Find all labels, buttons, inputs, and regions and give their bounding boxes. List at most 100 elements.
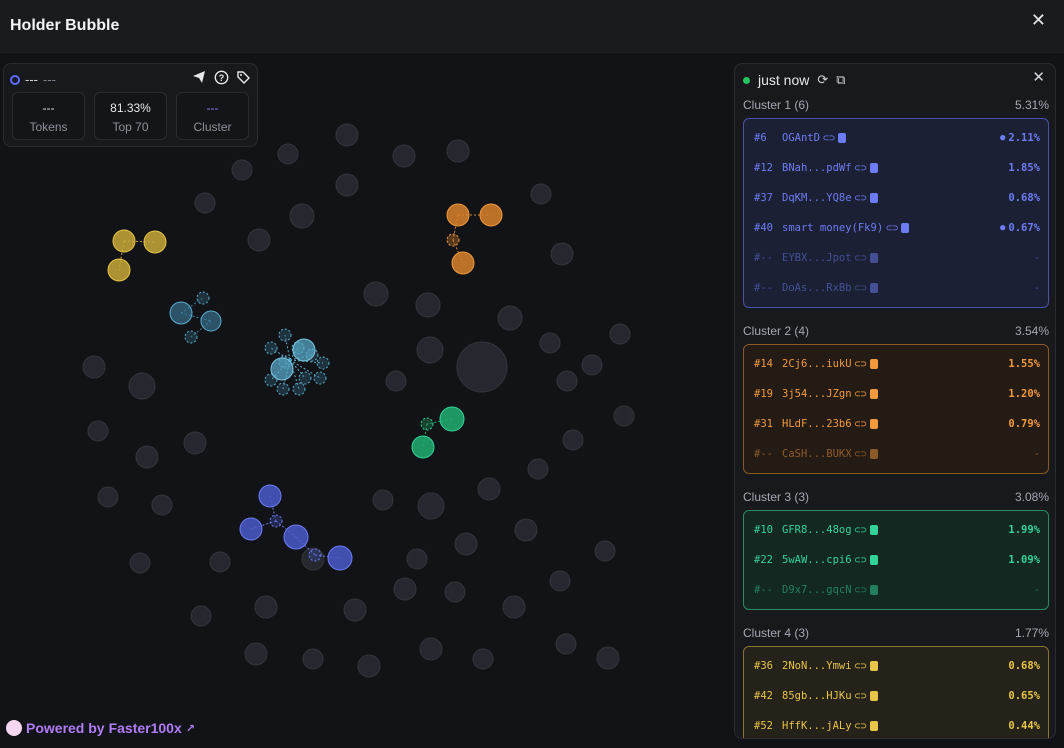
holder-address[interactable]: BNah...pdWf — [782, 162, 852, 174]
link-icon[interactable]: ⊂⊃ — [855, 585, 867, 596]
holder-bubble-large[interactable] — [456, 341, 508, 393]
holder-address[interactable]: GFR8...48og — [782, 524, 852, 536]
holder-bubble[interactable] — [419, 637, 443, 661]
cluster3-bubble[interactable] — [411, 435, 435, 459]
link-icon[interactable]: ⊂⊃ — [855, 721, 867, 732]
cluster2-bubble[interactable] — [446, 233, 460, 247]
copy-icon[interactable] — [869, 163, 878, 173]
holder-bubble[interactable] — [363, 281, 389, 307]
holder-bubble[interactable] — [194, 192, 216, 214]
copy-icon[interactable] — [869, 283, 878, 293]
holder-bubble[interactable] — [555, 633, 577, 655]
holder-bubble[interactable] — [385, 370, 407, 392]
teal-bubble[interactable] — [184, 330, 198, 344]
holder-row[interactable]: #37 DqKM...YQ8e ⊂⊃ 0.68% — [744, 183, 1048, 213]
cluster1-bubble[interactable] — [258, 484, 282, 508]
teal-bubble[interactable] — [196, 291, 210, 305]
holder-row[interactable]: #19 3j54...JZgn ⊂⊃ 1.20% — [744, 379, 1048, 409]
teal-bubble[interactable] — [313, 371, 327, 385]
holder-bubble[interactable] — [406, 548, 428, 570]
holder-address[interactable]: OGAntD — [782, 132, 820, 144]
holder-bubble[interactable] — [357, 654, 381, 678]
telegram-icon[interactable] — [191, 69, 207, 85]
holder-bubble[interactable] — [444, 581, 466, 603]
cluster3-bubble[interactable] — [420, 417, 434, 431]
holder-bubble[interactable] — [128, 372, 156, 400]
cluster3-bubble[interactable] — [439, 406, 465, 432]
link-icon[interactable]: ⊂⊃ — [855, 359, 867, 370]
teal-bubble[interactable] — [276, 382, 290, 396]
holder-bubble[interactable] — [393, 577, 417, 601]
holder-row[interactable]: #-- CaSH...BUKX ⊂⊃ - — [744, 439, 1048, 469]
cluster1-bubble[interactable] — [283, 524, 309, 550]
copy-icon[interactable] — [869, 193, 878, 203]
holder-row[interactable]: #-- D9x7...gqcN ⊂⊃ - — [744, 575, 1048, 605]
holder-bubble[interactable] — [82, 355, 106, 379]
holder-bubble[interactable] — [549, 570, 571, 592]
help-icon[interactable]: ? — [213, 69, 229, 85]
tag-icon[interactable] — [235, 69, 251, 85]
holder-row[interactable]: #40 smart money(Fk9) ⊂⊃ ● 0.67% — [744, 213, 1048, 243]
holder-bubble[interactable] — [87, 420, 109, 442]
holder-bubble[interactable] — [244, 642, 268, 666]
holder-bubble[interactable] — [247, 228, 271, 252]
cluster2-bubble[interactable] — [451, 251, 475, 275]
cluster1-bubble[interactable] — [269, 514, 283, 528]
holder-address[interactable]: 2NoN...Ymwi — [782, 660, 852, 672]
holder-address[interactable]: 5wAW...cpi6 — [782, 554, 852, 566]
cluster4-bubble[interactable] — [143, 230, 167, 254]
teal-bubble[interactable] — [169, 301, 193, 325]
bubble-canvas[interactable] — [0, 53, 735, 748]
holder-address[interactable]: 85gb...HJKu — [782, 690, 852, 702]
holder-row[interactable]: #10 GFR8...48og ⊂⊃ 1.99% — [744, 515, 1048, 545]
teal-bubble[interactable] — [278, 328, 292, 342]
link-icon[interactable]: ⊂⊃ — [855, 283, 867, 294]
copy-icon[interactable] — [869, 691, 878, 701]
cluster1-bubble[interactable] — [239, 517, 263, 541]
open-external-icon[interactable]: ⧉ — [836, 72, 845, 88]
holder-address[interactable]: EYBX...Jpot — [782, 252, 852, 264]
link-icon[interactable]: ⊂⊃ — [855, 389, 867, 400]
holder-bubble[interactable] — [556, 370, 578, 392]
holder-bubble[interactable] — [335, 173, 359, 197]
powered-brand[interactable]: Faster100x — [109, 720, 182, 736]
link-icon[interactable]: ⊂⊃ — [855, 555, 867, 566]
holder-row[interactable]: #36 2NoN...Ymwi ⊂⊃ 0.68% — [744, 651, 1048, 681]
holder-bubble[interactable] — [129, 552, 151, 574]
copy-icon[interactable] — [869, 389, 878, 399]
teal-bubble[interactable] — [316, 356, 330, 370]
holder-row[interactable]: #52 HffK...jALy ⊂⊃ 0.44% — [744, 711, 1048, 738]
teal-bubble[interactable] — [200, 310, 222, 332]
refresh-icon[interactable]: ⟳ — [817, 72, 828, 88]
teal-bubble[interactable] — [292, 338, 316, 362]
holder-bubble[interactable] — [97, 486, 119, 508]
copy-icon[interactable] — [901, 223, 910, 233]
holder-bubble[interactable] — [454, 532, 478, 556]
holder-row[interactable]: #6 OGAntD ⊂⊃ ● 2.11% — [744, 123, 1048, 153]
holder-bubble[interactable] — [209, 551, 231, 573]
holder-address[interactable]: 3j54...JZgn — [782, 388, 852, 400]
holder-row[interactable]: #14 2Cj6...iukU ⊂⊃ 1.55% — [744, 349, 1048, 379]
holder-bubble[interactable] — [477, 477, 501, 501]
link-icon[interactable]: ⊂⊃ — [886, 223, 898, 234]
holder-bubble[interactable] — [609, 323, 631, 345]
cluster1-bubble[interactable] — [327, 545, 353, 571]
holder-bubble[interactable] — [254, 595, 278, 619]
holder-address[interactable]: HLdF...23b6 — [782, 418, 852, 430]
holder-bubble[interactable] — [231, 159, 253, 181]
cluster2-bubble[interactable] — [479, 203, 503, 227]
powered-by[interactable]: Powered by Faster100x ↗ — [6, 720, 195, 736]
holder-row[interactable]: #22 5wAW...cpi6 ⊂⊃ 1.09% — [744, 545, 1048, 575]
link-icon[interactable]: ⊂⊃ — [855, 253, 867, 264]
holder-bubble[interactable] — [277, 143, 299, 165]
cluster4-bubble[interactable] — [112, 229, 136, 253]
holder-bubble[interactable] — [335, 123, 359, 147]
holder-bubble[interactable] — [562, 429, 584, 451]
copy-icon[interactable] — [869, 359, 878, 369]
holder-address[interactable]: DqKM...YQ8e — [782, 192, 852, 204]
cluster1-bubble[interactable] — [308, 548, 322, 562]
holder-row[interactable]: #31 HLdF...23b6 ⊂⊃ 0.79% — [744, 409, 1048, 439]
holder-bubble[interactable] — [151, 494, 173, 516]
cluster2-bubble[interactable] — [446, 203, 470, 227]
holder-bubble[interactable] — [135, 445, 159, 469]
